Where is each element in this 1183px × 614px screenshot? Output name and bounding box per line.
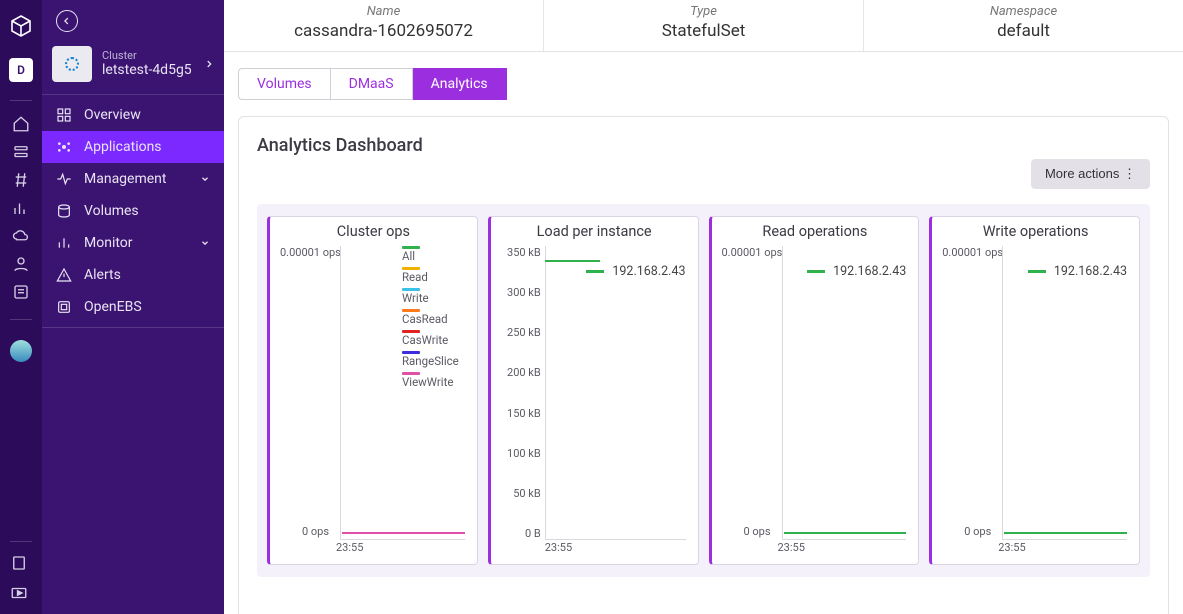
chart-write: Write operations 0.00001 ops 192.168.2.4… (929, 216, 1140, 565)
x-tick: 23:55 (545, 541, 572, 554)
database-icon (56, 203, 72, 219)
chart-legend: AllReadWriteCasReadCasWriteRangeSliceVie… (402, 246, 459, 389)
chart-line (342, 532, 465, 534)
chart-legend: 192.168.2.43 (1028, 264, 1127, 279)
sidebar-item-label: Overview (84, 107, 141, 123)
chart-icon[interactable] (12, 199, 30, 217)
y-tick: 0 ops (302, 525, 329, 538)
y-tick: 0.00001 ops (942, 246, 1003, 259)
grid-icon (56, 107, 72, 123)
legend-label: 192.168.2.43 (1054, 264, 1127, 279)
tab-dmaas[interactable]: DMaaS (331, 68, 413, 100)
analytics-panel: Analytics Dashboard More actions ⋮ Clust… (238, 116, 1169, 614)
chevron-right-icon (204, 57, 214, 71)
chart-line (545, 260, 600, 262)
y-ticks: 350 kB300 kB250 kB200 kB150 kB100 kB50 k… (501, 246, 541, 540)
panel-title: Analytics Dashboard (257, 135, 1150, 156)
sidebar-item-label: OpenEBS (84, 299, 142, 315)
info-value: StatefulSet (544, 21, 863, 41)
sidebar-item-label: Applications (84, 139, 162, 155)
sidebar-item-monitor[interactable]: Monitor (42, 227, 224, 259)
avatar[interactable] (10, 340, 32, 362)
info-namespace: Namespace default (864, 0, 1183, 51)
sidebar-item-overview[interactable]: Overview (42, 99, 224, 131)
info-name: Name cassandra-1602695072 (224, 0, 544, 51)
sidebar-item-label: Alerts (84, 267, 121, 283)
cluster-label: Cluster (102, 49, 194, 62)
more-actions-button[interactable]: More actions ⋮ (1031, 159, 1150, 189)
y-tick: 0.00001 ops (280, 246, 341, 259)
chart-load: Load per instance 350 kB300 kB250 kB200 … (488, 216, 699, 565)
openebs-icon (56, 299, 72, 315)
pulse-icon (56, 171, 72, 187)
y-tick: 0 ops (744, 525, 771, 538)
stack-icon[interactable] (12, 143, 30, 161)
video-icon[interactable] (10, 584, 28, 602)
cluster-selector[interactable]: Cluster letstest-4d5g5 (42, 32, 224, 92)
info-label: Type (544, 4, 863, 19)
tab-analytics[interactable]: Analytics (413, 68, 507, 100)
chart-grid: Cluster ops 0.00001 ops 0 ops 23:55 AllR… (257, 204, 1150, 577)
apps-icon (56, 139, 72, 155)
tab-volumes[interactable]: Volumes (238, 68, 331, 100)
chart-line (784, 532, 907, 534)
billing-icon[interactable] (12, 283, 30, 301)
info-type: Type StatefulSet (544, 0, 864, 51)
docs-icon[interactable] (10, 554, 28, 572)
chart-title: Write operations (940, 223, 1131, 240)
chart-line (1004, 532, 1127, 534)
x-tick: 23:55 (778, 541, 805, 554)
logo-icon[interactable] (9, 14, 33, 38)
chevron-down-icon (200, 238, 210, 248)
main-content: Name cassandra-1602695072 Type StatefulS… (224, 0, 1183, 614)
info-value: cassandra-1602695072 (224, 21, 543, 41)
sidebar-item-management[interactable]: Management (42, 163, 224, 195)
sidebar-item-label: Management (84, 171, 166, 187)
info-bar: Name cassandra-1602695072 Type StatefulS… (224, 0, 1183, 52)
legend-label: 192.168.2.43 (612, 264, 685, 279)
back-button[interactable] (56, 10, 78, 32)
alert-icon (56, 267, 72, 283)
x-tick: 23:55 (998, 541, 1025, 554)
chart-legend: 192.168.2.43 (586, 264, 685, 279)
sidebar-item-applications[interactable]: Applications (42, 131, 224, 163)
cluster-name: letstest-4d5g5 (102, 62, 194, 78)
chart-title: Read operations (720, 223, 911, 240)
chart-title: Cluster ops (278, 223, 469, 240)
sidebar-item-label: Volumes (84, 203, 139, 219)
chevron-down-icon (200, 174, 210, 184)
y-tick: 0.00001 ops (722, 246, 783, 259)
monitor-icon (56, 235, 72, 251)
icon-rail: D (0, 0, 42, 614)
sidebar-item-alerts[interactable]: Alerts (42, 259, 224, 291)
user-icon[interactable] (12, 255, 30, 273)
hash-icon[interactable] (12, 171, 30, 189)
home-icon[interactable] (12, 115, 30, 133)
chart-cluster-ops: Cluster ops 0.00001 ops 0 ops 23:55 AllR… (267, 216, 478, 565)
y-tick: 0 ops (964, 525, 991, 538)
chart-read: Read operations 0.00001 ops 192.168.2.43… (709, 216, 920, 565)
info-label: Namespace (864, 4, 1183, 19)
sidebar-item-volumes[interactable]: Volumes (42, 195, 224, 227)
sidebar-item-openebs[interactable]: OpenEBS (42, 291, 224, 323)
cluster-icon (52, 46, 92, 82)
cloud-icon[interactable] (12, 227, 30, 245)
sidebar: Cluster letstest-4d5g5 Overview Applicat… (42, 0, 224, 614)
chart-legend: 192.168.2.43 (807, 264, 906, 279)
x-tick: 23:55 (336, 541, 363, 554)
tab-bar: Volumes DMaaS Analytics (238, 68, 1183, 100)
sidebar-nav: Overview Applications Management Volumes… (42, 99, 224, 323)
chart-title: Load per instance (499, 223, 690, 240)
sidebar-item-label: Monitor (84, 235, 133, 251)
legend-label: 192.168.2.43 (833, 264, 906, 279)
info-value: default (864, 21, 1183, 41)
org-badge[interactable]: D (9, 58, 33, 82)
info-label: Name (224, 4, 543, 19)
